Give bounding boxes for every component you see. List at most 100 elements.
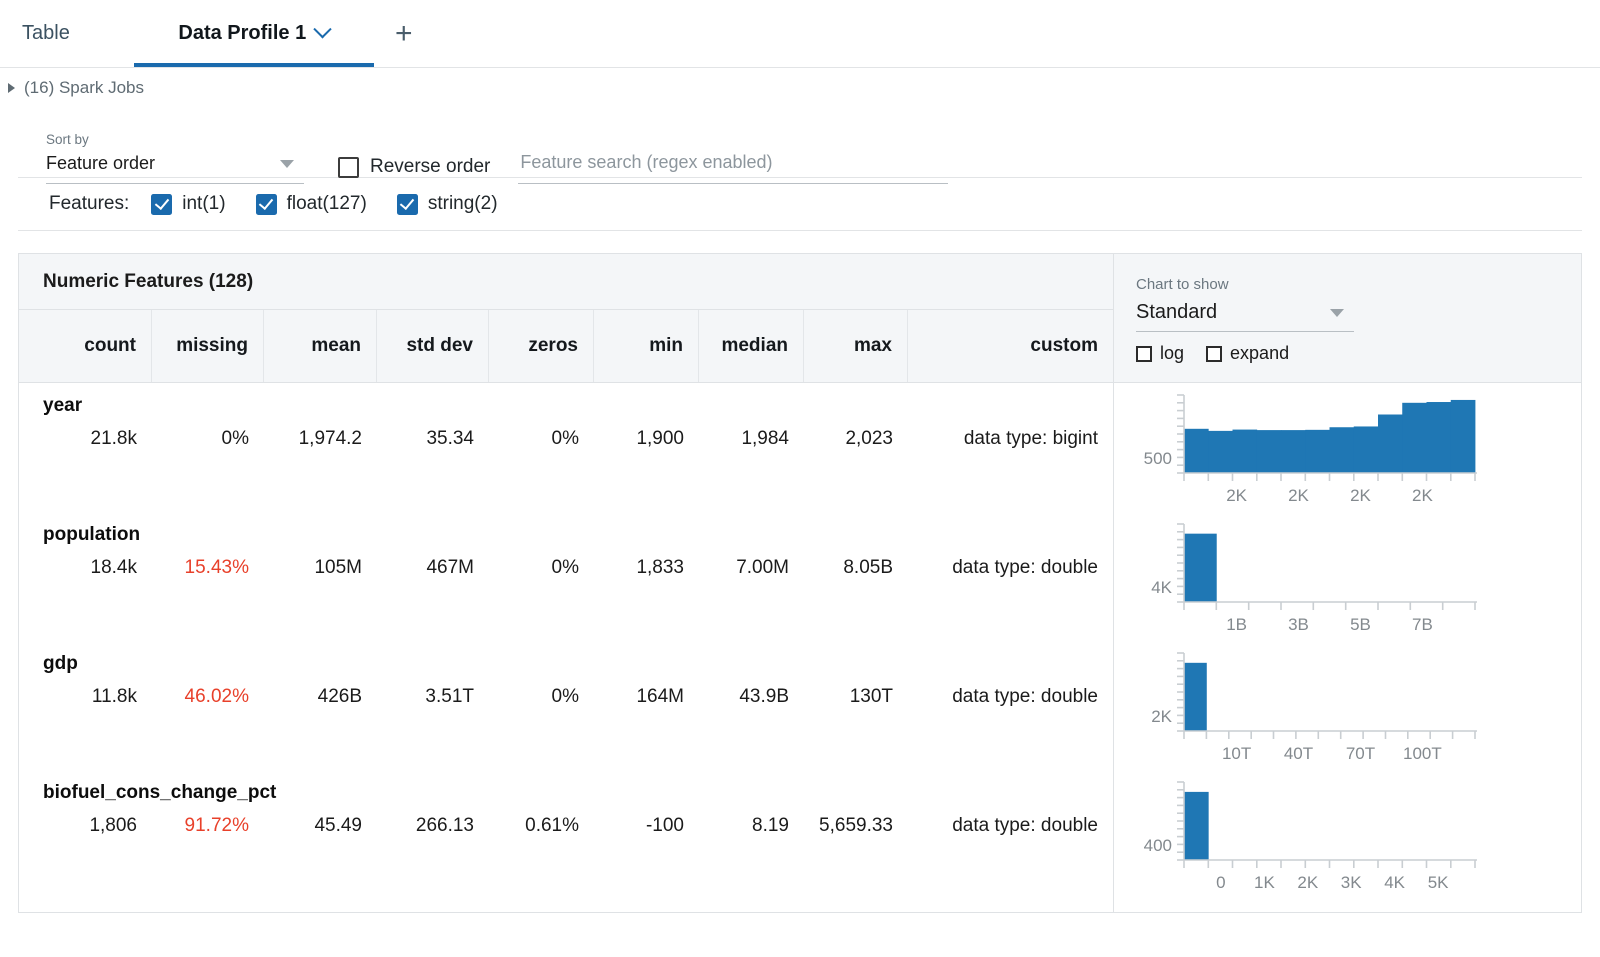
cell-max: 130T <box>804 683 908 711</box>
cell-std-dev: 3.51T <box>377 683 489 711</box>
svg-text:500: 500 <box>1144 449 1172 468</box>
table-row[interactable]: biofuel_cons_change_pct 1,806 91.72% 45.… <box>19 770 1113 899</box>
column-header-zeros[interactable]: zeros <box>489 310 594 382</box>
float-checkbox[interactable] <box>256 194 277 215</box>
chart-to-show-label: Chart to show <box>1136 276 1581 293</box>
column-header-max[interactable]: max <box>804 310 908 382</box>
cell-min: 1,833 <box>594 554 699 582</box>
cell-max: 5,659.33 <box>804 812 908 840</box>
cell-count: 21.8k <box>19 425 152 453</box>
histogram-year[interactable]: 5002K2K2K2K <box>1114 383 1581 512</box>
svg-text:4K: 4K <box>1151 578 1172 597</box>
cell-custom: data type: double <box>908 812 1113 840</box>
table-body: year 21.8k 0% 1,974.2 35.34 0% 1,900 1,9… <box>19 383 1113 899</box>
cell-min: 1,900 <box>594 425 699 453</box>
tab-data-profile-1[interactable]: Data Profile 1 <box>134 0 374 67</box>
column-header-custom[interactable]: custom <box>908 310 1113 382</box>
cell-count: 11.8k <box>19 683 152 711</box>
svg-text:1K: 1K <box>1254 873 1275 892</box>
features-filter-label: Features: <box>49 193 129 215</box>
cell-min: 164M <box>594 683 699 711</box>
svg-text:3B: 3B <box>1288 615 1309 634</box>
table-header-row: count missing mean std dev zeros min med… <box>19 310 1113 383</box>
controls-bar: Sort by Feature order Reverse order <box>18 108 1582 178</box>
cell-custom: data type: double <box>908 554 1113 582</box>
svg-text:10T: 10T <box>1222 744 1251 763</box>
cell-missing: 0% <box>152 425 264 453</box>
caret-down-icon <box>280 160 294 168</box>
column-header-median[interactable]: median <box>699 310 804 382</box>
sort-by-value: Feature order <box>46 153 155 174</box>
int-checkbox[interactable] <box>151 194 172 215</box>
numeric-features-table: Numeric Features (128) count missing mea… <box>19 254 1113 912</box>
numeric-features-panel: Numeric Features (128) count missing mea… <box>18 253 1582 913</box>
cell-zeros: 0.61% <box>489 812 594 840</box>
svg-text:2K: 2K <box>1350 486 1371 505</box>
cell-missing: 46.02% <box>152 683 264 711</box>
feature-name: gdp <box>19 641 1113 675</box>
tab-bar: Table Data Profile 1 + <box>0 0 1600 68</box>
spark-jobs-toggle[interactable]: (16) Spark Jobs <box>0 68 1600 108</box>
column-header-missing[interactable]: missing <box>152 310 264 382</box>
feature-name: biofuel_cons_change_pct <box>19 770 1113 804</box>
svg-text:1B: 1B <box>1226 615 1247 634</box>
cell-missing: 15.43% <box>152 554 264 582</box>
features-filter-float[interactable]: float(127) <box>256 193 367 215</box>
svg-text:7B: 7B <box>1412 615 1433 634</box>
tab-table[interactable]: Table <box>0 0 134 67</box>
table-row[interactable]: population 18.4k 15.43% 105M 467M 0% 1,8… <box>19 512 1113 641</box>
triangle-right-icon <box>8 83 15 93</box>
cell-mean: 1,974.2 <box>264 425 377 453</box>
histogram-population[interactable]: 4K 1B 3B 5B 7B <box>1114 512 1581 641</box>
histogram-biofuel-cons-change-pct[interactable]: 40001K2K3K4K5K <box>1114 770 1581 899</box>
cell-median: 7.00M <box>699 554 804 582</box>
cell-std-dev: 35.34 <box>377 425 489 453</box>
svg-text:40T: 40T <box>1284 744 1313 763</box>
svg-text:2K: 2K <box>1288 486 1309 505</box>
reverse-order-checkbox[interactable] <box>338 157 359 178</box>
features-filter-string[interactable]: string(2) <box>397 193 498 215</box>
chevron-down-icon[interactable] <box>314 20 332 38</box>
reverse-order-label: Reverse order <box>370 156 490 178</box>
chart-to-show-select[interactable]: Standard <box>1136 301 1354 332</box>
feature-name: year <box>19 383 1113 417</box>
sort-by-select[interactable]: Feature order <box>46 153 304 184</box>
cell-custom: data type: bigint <box>908 425 1113 453</box>
cell-count: 1,806 <box>19 812 152 840</box>
svg-text:5B: 5B <box>1350 615 1371 634</box>
plus-icon: + <box>395 17 413 51</box>
column-header-min[interactable]: min <box>594 310 699 382</box>
svg-text:0: 0 <box>1216 873 1225 892</box>
features-filter-row: Features: int(1) float(127) string(2) <box>18 178 1582 231</box>
expand-checkbox[interactable] <box>1206 346 1222 362</box>
cell-mean: 426B <box>264 683 377 711</box>
column-header-std-dev[interactable]: std dev <box>377 310 489 382</box>
cell-std-dev: 266.13 <box>377 812 489 840</box>
add-tab-button[interactable]: + <box>374 0 434 67</box>
log-checkbox[interactable] <box>1136 346 1152 362</box>
cell-mean: 105M <box>264 554 377 582</box>
svg-text:400: 400 <box>1144 836 1172 855</box>
svg-text:2K: 2K <box>1412 486 1433 505</box>
float-label: float(127) <box>287 193 367 215</box>
search-input[interactable] <box>518 151 948 174</box>
svg-text:5K: 5K <box>1428 873 1449 892</box>
column-header-mean[interactable]: mean <box>264 310 377 382</box>
cell-max: 2,023 <box>804 425 908 453</box>
cell-median: 1,984 <box>699 425 804 453</box>
string-checkbox[interactable] <box>397 194 418 215</box>
cell-custom: data type: double <box>908 683 1113 711</box>
svg-text:4K: 4K <box>1384 873 1405 892</box>
string-label: string(2) <box>428 193 498 215</box>
cell-count: 18.4k <box>19 554 152 582</box>
feature-name: population <box>19 512 1113 546</box>
table-row[interactable]: year 21.8k 0% 1,974.2 35.34 0% 1,900 1,9… <box>19 383 1113 512</box>
svg-text:2K: 2K <box>1297 873 1318 892</box>
reverse-order-toggle[interactable]: Reverse order <box>338 156 490 184</box>
column-header-count[interactable]: count <box>19 310 152 382</box>
log-label: log <box>1160 343 1184 364</box>
features-filter-int[interactable]: int(1) <box>151 193 225 215</box>
histogram-gdp[interactable]: 2K10T40T70T100T <box>1114 641 1581 770</box>
table-row[interactable]: gdp 11.8k 46.02% 426B 3.51T 0% 164M 43.9… <box>19 641 1113 770</box>
cell-min: -100 <box>594 812 699 840</box>
